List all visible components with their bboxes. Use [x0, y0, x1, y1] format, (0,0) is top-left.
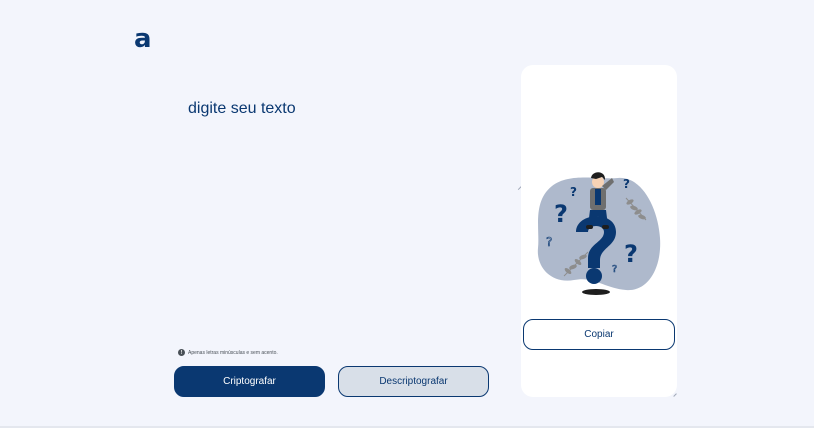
text-input[interactable]: [188, 100, 518, 188]
svg-text:?: ?: [612, 264, 617, 275]
svg-text:?: ?: [554, 200, 568, 228]
svg-text:?: ?: [624, 240, 638, 268]
panel-resize-handle[interactable]: [671, 391, 677, 397]
svg-text:?: ?: [570, 185, 577, 199]
info-icon: !: [178, 349, 185, 356]
input-hint: ! Apenas letras minúsculas e sem acento.: [178, 349, 278, 356]
logo: a: [134, 24, 152, 54]
encrypt-button[interactable]: Criptografar: [174, 366, 325, 397]
svg-text:?: ?: [623, 177, 630, 191]
copy-button[interactable]: Copiar: [523, 319, 675, 350]
person-on-question-mark-illustration: ? ? ? ? ? ?: [537, 172, 661, 295]
decrypt-button[interactable]: Descriptografar: [338, 366, 489, 397]
hint-text: Apenas letras minúsculas e sem acento.: [188, 349, 278, 356]
svg-text:?: ?: [546, 235, 552, 249]
